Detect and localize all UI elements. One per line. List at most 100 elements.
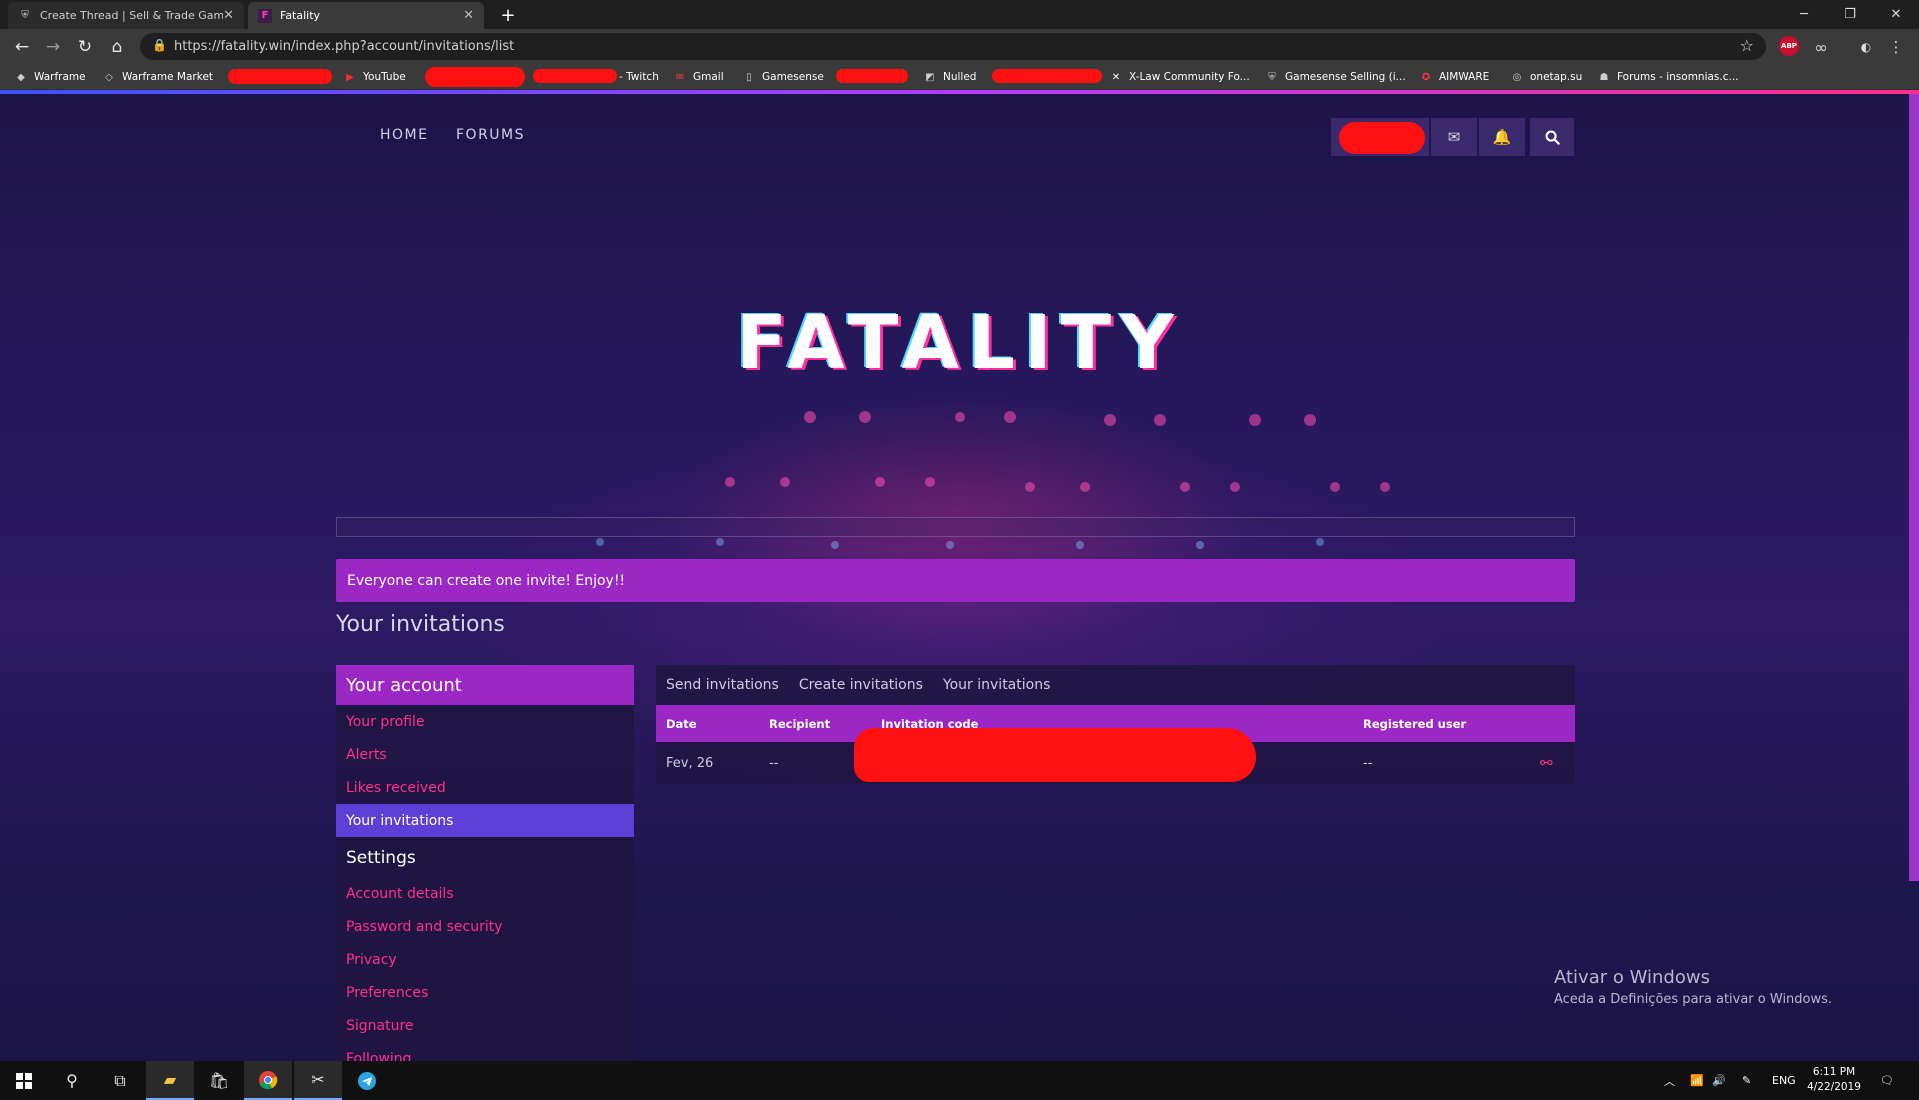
bookmark-warframe[interactable]: ◆ Warframe: [15, 68, 85, 86]
link-icon[interactable]: ⚯: [1540, 742, 1553, 784]
browser-tab-bar: ⛨ Create Thread | Sell & Trade Game ✕ F …: [0, 0, 1919, 29]
home-icon[interactable]: ⌂: [104, 34, 130, 60]
file-explorer-icon[interactable]: ▰: [146, 1061, 194, 1100]
bookmark-nulled[interactable]: ◩ Nulled: [924, 68, 976, 86]
snipping-tool-icon[interactable]: ✂: [294, 1061, 342, 1100]
task-view-icon[interactable]: ⧉: [96, 1061, 144, 1100]
minimize-icon[interactable]: ─: [1781, 0, 1827, 29]
warframe-icon: ◆: [17, 71, 25, 83]
redaction-mark: [992, 69, 1102, 83]
x-icon: ✕: [1111, 71, 1121, 83]
infinity-extension-icon[interactable]: ∞: [1810, 36, 1832, 58]
sidebar-item-privacy[interactable]: Privacy: [336, 943, 634, 976]
bookmark-star-icon[interactable]: ☆: [1740, 36, 1754, 55]
bookmark-warframe-market[interactable]: ◇ Warframe Market: [103, 68, 213, 86]
sidebar-item-your-invitations[interactable]: Your invitations: [336, 804, 634, 837]
tab-title: Create Thread | Sell & Trade Game: [40, 9, 224, 22]
browser-tab-fatality[interactable]: F Fatality ✕: [248, 2, 484, 29]
sidebar-item-signature[interactable]: Signature: [336, 1009, 634, 1042]
bookmark-gmail[interactable]: ✉ Gmail: [674, 68, 724, 86]
col-recipient: Recipient: [769, 716, 831, 731]
forum-icon: ☗: [1599, 71, 1609, 83]
breadcrumb-bar: [336, 517, 1575, 537]
user-nav-group: ✉ 🔔: [1331, 118, 1574, 156]
menu-kebab-icon[interactable]: ⋮: [1885, 36, 1907, 58]
sidebar-item-your-profile[interactable]: Your profile: [336, 705, 634, 738]
store-icon[interactable]: 🛍: [195, 1061, 243, 1100]
invitations-panel: Send invitations Create invitations Your…: [656, 665, 1575, 784]
sidebar-heading-settings: Settings: [346, 848, 416, 868]
bookmark-insomnia[interactable]: ☗ Forums - insomnias.c...: [1598, 68, 1739, 86]
bookmark-onetap[interactable]: ◎ onetap.su: [1511, 68, 1583, 86]
col-date: Date: [666, 716, 697, 731]
bell-icon[interactable]: 🔔: [1479, 118, 1525, 156]
pen-icon[interactable]: ✎: [1742, 1061, 1751, 1100]
sidebar-item-account-details[interactable]: Account details: [336, 877, 634, 910]
telegram-icon[interactable]: [343, 1061, 391, 1100]
new-tab-button[interactable]: +: [496, 3, 520, 27]
notice-banner: Everyone can create one invite! Enjoy!!: [336, 559, 1575, 602]
windows-activation-watermark: Ativar o Windows Aceda a Definições para…: [1554, 967, 1832, 1007]
bookmark-xlaw[interactable]: ✕ X-Law Community Fo...: [1110, 68, 1250, 86]
bookmark-aimware[interactable]: ✪ AIMWARE: [1420, 68, 1489, 86]
cell-registered-user: --: [1363, 755, 1373, 771]
close-tab-icon[interactable]: ✕: [463, 8, 474, 23]
windows-start-icon[interactable]: [0, 1061, 48, 1100]
bookmark-gamesense[interactable]: ▯ Gamesense: [743, 68, 824, 86]
bookmark-gamesense-selling[interactable]: ⛨ Gamesense Selling (i...: [1266, 68, 1405, 86]
search-icon[interactable]: ⚲: [48, 1061, 96, 1100]
bookmark-twitch[interactable]: - Twitch: [619, 68, 659, 86]
sidebar-item-following[interactable]: Following: [336, 1042, 634, 1062]
notifications-icon[interactable]: 🗨: [1880, 1061, 1894, 1100]
clock-time: 6:11 PM: [1812, 1066, 1856, 1078]
shield-icon: ⛨: [1268, 71, 1276, 83]
shield-icon: ⛨: [21, 10, 29, 21]
tab-title: Fatality: [280, 9, 321, 22]
sidebar-item-alerts[interactable]: Alerts: [336, 738, 634, 771]
search-icon[interactable]: [1530, 118, 1574, 156]
redaction-mark: [854, 728, 1256, 782]
fatality-favicon-icon: F: [258, 8, 272, 23]
volume-icon[interactable]: 🔊: [1712, 1061, 1726, 1100]
warframe-market-icon: ◇: [105, 71, 113, 83]
sidebar-item-preferences[interactable]: Preferences: [336, 976, 634, 1009]
browser-tab-create-thread[interactable]: ⛨ Create Thread | Sell & Trade Game ✕: [8, 2, 244, 29]
redaction-mark: [228, 69, 332, 84]
account-menu-button[interactable]: [1331, 118, 1429, 156]
tray-chevron-icon[interactable]: ︿: [1664, 1061, 1675, 1100]
tab-create-invitations[interactable]: Create invitations: [799, 677, 923, 693]
close-window-icon[interactable]: ✕: [1873, 0, 1919, 29]
account-sidebar: Your account Your profile Alerts Likes r…: [336, 665, 634, 1061]
restore-icon[interactable]: ❐: [1827, 0, 1873, 29]
messages-icon[interactable]: ✉: [1431, 118, 1477, 156]
adblock-plus-icon[interactable]: ABP: [1779, 36, 1799, 56]
language-indicator[interactable]: ENG: [1772, 1061, 1796, 1100]
col-registered-user: Registered user: [1363, 716, 1467, 731]
profile-avatar-icon[interactable]: ◐: [1855, 36, 1877, 58]
address-url: https://fatality.win/index.php?account/i…: [174, 39, 515, 54]
windows-taskbar: ⚲ ⧉ ▰ 🛍 ✂ ︿ 📶 🔊 ✎ ENG 6:11 PM 4/22/2019 …: [0, 1061, 1919, 1100]
cell-recipient: --: [769, 755, 779, 771]
tab-your-invitations[interactable]: Your invitations: [943, 677, 1050, 693]
back-icon[interactable]: ←: [9, 34, 35, 60]
forward-icon[interactable]: →: [40, 34, 66, 60]
bookmark-youtube[interactable]: ▶ YouTube: [344, 68, 406, 86]
accent-line: [0, 90, 1919, 94]
tab-send-invitations[interactable]: Send invitations: [666, 677, 779, 693]
clock[interactable]: 6:11 PM 4/22/2019: [1798, 1065, 1870, 1095]
redaction-mark: [836, 69, 908, 83]
sidebar-item-password-security[interactable]: Password and security: [336, 910, 634, 943]
nav-home[interactable]: HOME: [380, 127, 428, 143]
sidebar-heading-account: Your account: [336, 665, 634, 705]
chrome-icon[interactable]: [244, 1061, 292, 1100]
close-tab-icon[interactable]: ✕: [223, 8, 234, 23]
gmail-icon: ✉: [675, 71, 685, 83]
page-scrollbar[interactable]: [1909, 94, 1919, 881]
bookmarks-bar: ◆ Warframe ◇ Warframe Market ▶ YouTube - Tw…: [0, 64, 1919, 90]
nav-forums[interactable]: FORUMS: [456, 127, 525, 143]
reload-icon[interactable]: ↻: [72, 34, 98, 60]
site-logo[interactable]: FATALITY: [0, 300, 1919, 386]
address-bar[interactable]: 🔒 https://fatality.win/index.php?account…: [140, 33, 1766, 60]
network-icon[interactable]: 📶: [1690, 1061, 1704, 1100]
sidebar-item-likes-received[interactable]: Likes received: [336, 771, 634, 804]
